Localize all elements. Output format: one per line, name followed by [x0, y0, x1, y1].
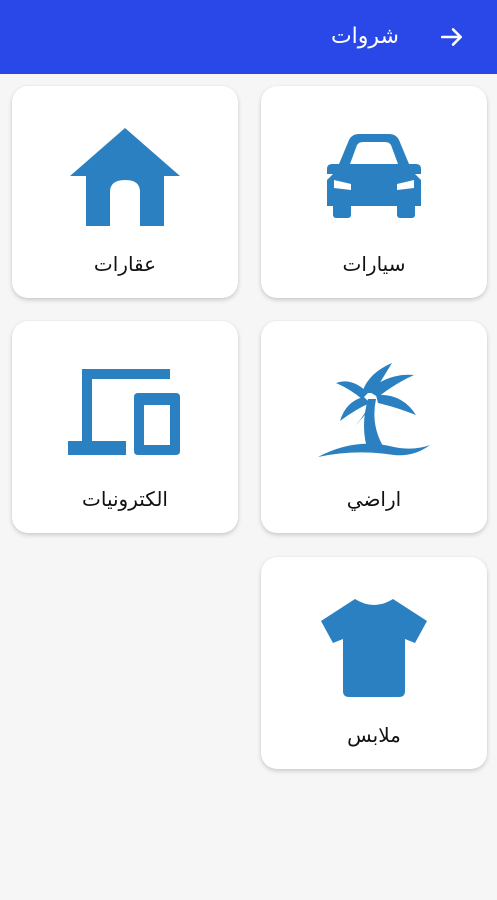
back-button[interactable] [432, 17, 472, 57]
category-label: عقارات [93, 252, 157, 276]
tshirt-icon [314, 587, 434, 707]
category-card-realestate[interactable]: عقارات [12, 86, 238, 298]
palm-island-icon [314, 351, 434, 471]
category-label: سيارات [342, 252, 406, 276]
category-label: اراضي [346, 487, 402, 511]
house-icon [65, 116, 185, 236]
page-title: شروات [330, 24, 399, 49]
category-label: ملابس [347, 723, 401, 747]
app-bar: شروات [0, 0, 497, 74]
category-card-lands[interactable]: اراضي [261, 321, 487, 533]
category-card-cars[interactable]: سيارات [261, 86, 487, 298]
car-icon [314, 116, 434, 236]
arrow-right-icon [440, 28, 462, 46]
category-card-electronics[interactable]: الكترونيات [12, 321, 238, 533]
category-card-clothes[interactable]: ملابس [261, 557, 487, 769]
devices-icon [65, 351, 185, 471]
category-label: الكترونيات [82, 487, 168, 511]
